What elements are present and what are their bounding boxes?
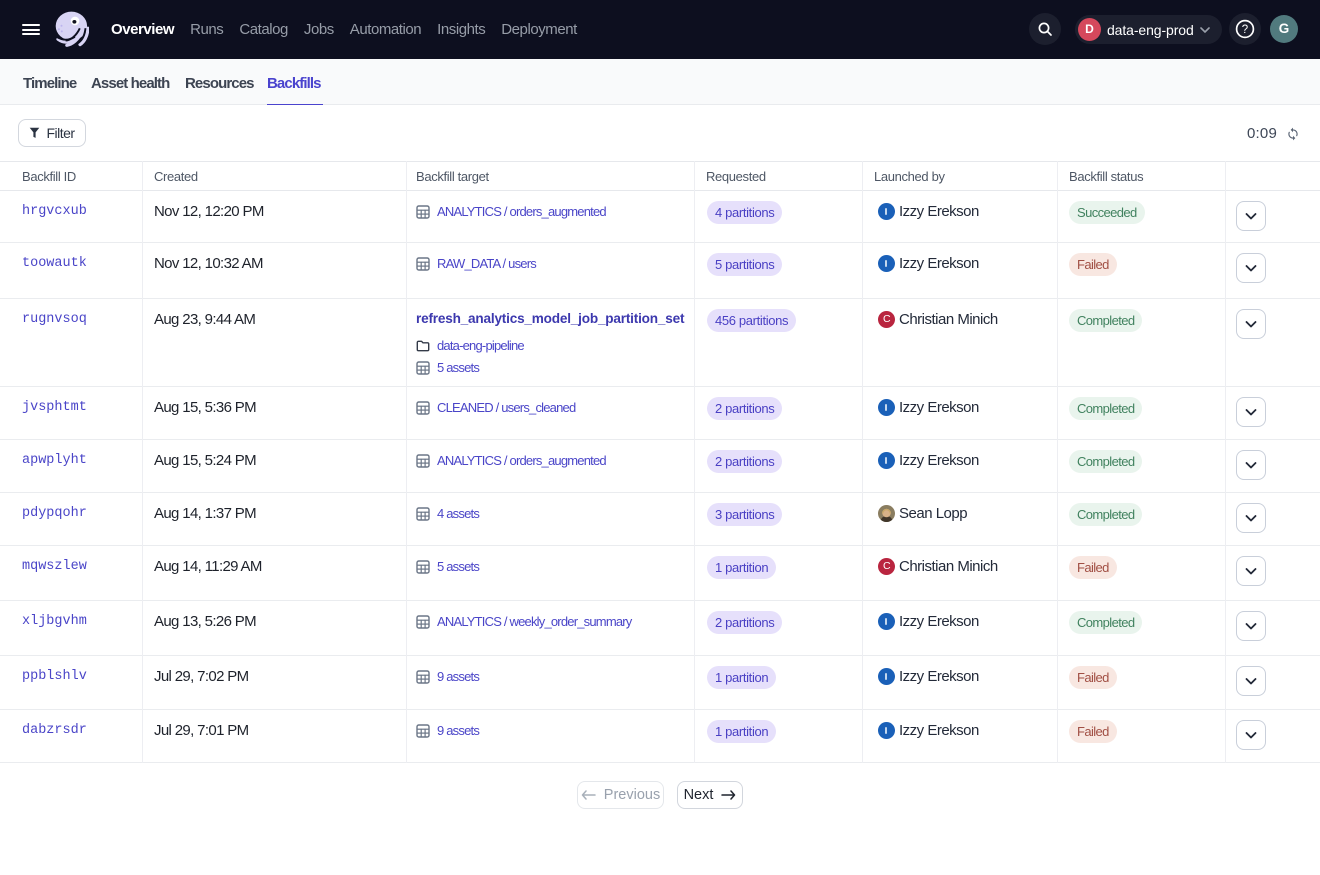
- svg-text:?: ?: [1242, 24, 1248, 36]
